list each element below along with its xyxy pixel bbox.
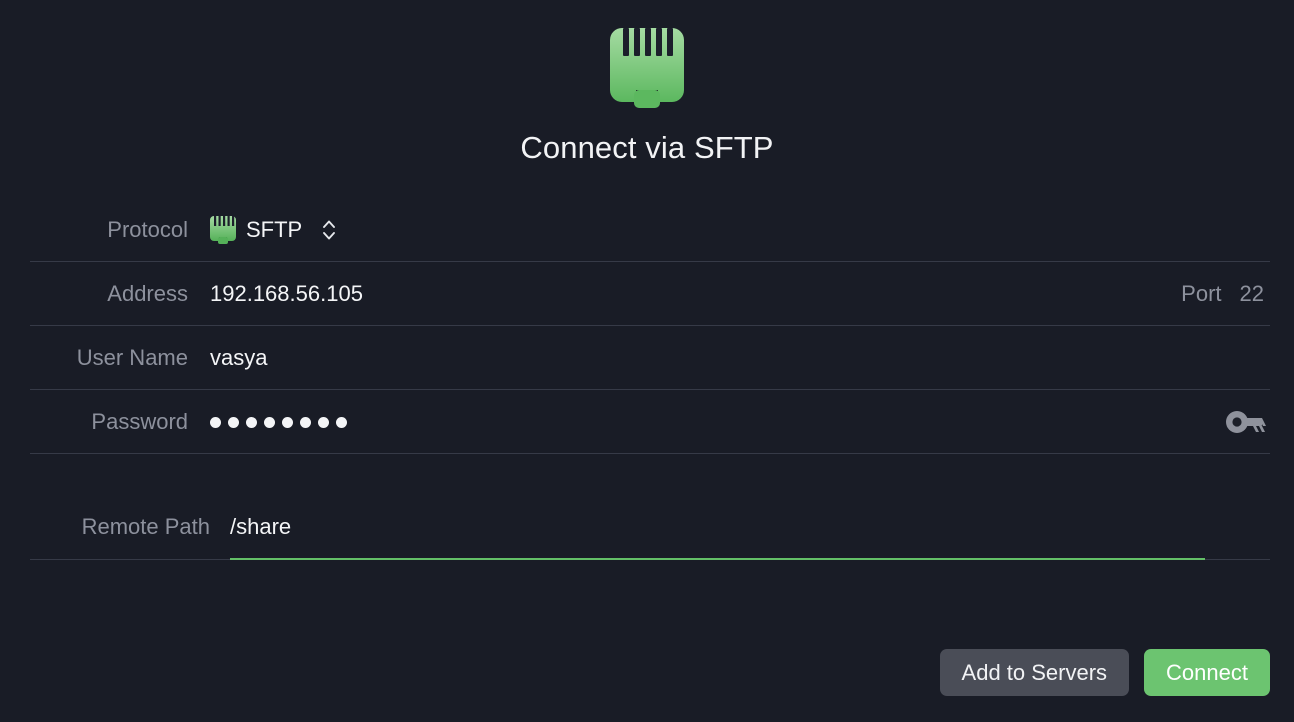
password-label: Password [91, 409, 188, 434]
remote-path-field[interactable]: /share [230, 514, 1270, 540]
password-dot [300, 416, 311, 428]
remote-path-input-value[interactable]: /share [230, 514, 291, 540]
password-dot [264, 416, 275, 428]
username-label: User Name [76, 345, 188, 370]
protocol-value: SFTP [246, 217, 303, 242]
chevron-up-down-icon[interactable] [320, 217, 338, 243]
username-input-value[interactable]: vasya [210, 345, 267, 371]
password-dot [228, 416, 239, 428]
protocol-label: Protocol [107, 217, 188, 242]
ethernet-port-icon [610, 28, 684, 108]
add-to-servers-button[interactable]: Add to Servers [939, 649, 1130, 696]
remote-path-label: Remote Path [81, 514, 210, 539]
port-input-value[interactable]: 22 [1240, 281, 1264, 307]
remote-path-row: Remote Path /share [0, 494, 1294, 560]
ethernet-port-icon [210, 216, 236, 244]
address-input-value[interactable]: 192.168.56.105 [210, 281, 363, 307]
dialog-header: Connect via SFTP [0, 0, 1294, 166]
address-label: Address [107, 281, 188, 306]
port-label: Port [1181, 281, 1222, 306]
password-masked-value[interactable] [210, 411, 347, 433]
address-row: Address 192.168.56.105 Port 22 [0, 262, 1294, 326]
protocol-row: Protocol SFTP [0, 198, 1294, 262]
username-field[interactable]: vasya [210, 345, 1270, 371]
connection-form: Protocol SFTP Address 192.168.56.105 Por… [0, 198, 1294, 560]
password-dot [318, 416, 329, 428]
password-dot [336, 416, 347, 428]
password-row: Password [0, 390, 1294, 454]
remote-path-group: Remote Path /share [0, 494, 1294, 560]
key-icon [1226, 411, 1266, 433]
dialog-footer: Add to Servers Connect [939, 649, 1270, 696]
password-field[interactable] [210, 408, 1270, 436]
protocol-field: SFTP [210, 216, 1270, 244]
connect-button[interactable]: Connect [1144, 649, 1270, 696]
row-divider-left [30, 559, 230, 560]
password-dot [210, 416, 221, 428]
password-dot [246, 416, 257, 428]
password-dot [282, 416, 293, 428]
sftp-connect-dialog: Connect via SFTP Protocol SFTP Address 1… [0, 0, 1294, 722]
port-cluster: Port 22 [1181, 281, 1270, 307]
row-divider [30, 453, 1270, 454]
protocol-select[interactable]: SFTP [210, 216, 338, 244]
remote-path-focus-underline [230, 558, 1205, 560]
username-row: User Name vasya [0, 326, 1294, 390]
row-divider-right [1205, 559, 1270, 560]
page-title: Connect via SFTP [520, 130, 774, 165]
keychain-button[interactable] [1224, 408, 1270, 436]
address-field[interactable]: 192.168.56.105 [210, 281, 1181, 307]
